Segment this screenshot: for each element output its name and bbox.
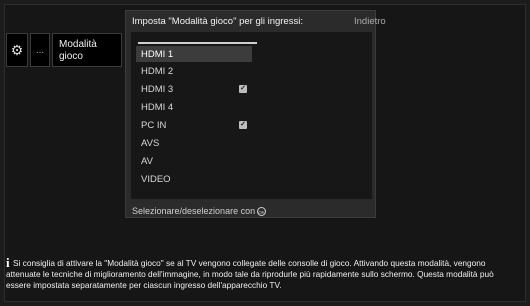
info-text: Si consiglia di attivare la "Modalità gi… [6, 258, 494, 290]
panel-header: Imposta "Modalità gioco" per gli ingress… [126, 11, 386, 31]
input-item[interactable]: HDMI 3 ✓ [136, 81, 381, 97]
game-mode-tile[interactable]: Modalità gioco [52, 33, 122, 67]
panel-title: Imposta "Modalità gioco" per gli ingress… [132, 16, 303, 27]
input-item-label: AV [141, 156, 153, 167]
input-item[interactable]: PC IN ✓ [136, 117, 381, 133]
info-text-block: i Si consiglia di attivare la "Modalità g… [6, 255, 520, 291]
input-item-label: HDMI 1 [141, 49, 174, 60]
input-list: HDMI 1 HDMI 2 HDMI 3 ✓ HDMI 4 PC IN ✓ AVS AV VIDE… [131, 32, 372, 199]
checkbox-checked-icon[interactable]: ✓ [239, 85, 247, 93]
input-item[interactable]: HDMI 2 [136, 63, 381, 79]
checkbox-checked-icon[interactable]: ✓ [239, 121, 247, 129]
back-button[interactable]: Indietro [354, 16, 386, 27]
settings-tile[interactable]: ⚙ [6, 33, 28, 67]
selection-indicator [138, 42, 257, 44]
input-item[interactable]: AVS [136, 135, 381, 151]
more-tile[interactable]: ... [30, 33, 50, 67]
input-item[interactable]: HDMI 4 [136, 99, 381, 115]
input-item[interactable]: AV [136, 153, 381, 169]
input-item[interactable]: VIDEO [136, 171, 381, 187]
more-label: ... [35, 44, 45, 56]
game-mode-label: Modalità gioco [59, 39, 97, 62]
ok-button-icon: OK [257, 206, 267, 216]
gear-icon: ⚙ [10, 41, 24, 58]
info-icon: i [6, 255, 10, 270]
input-item-label: HDMI 2 [141, 66, 174, 77]
footer-hint: Selezionare/deselezionare con [132, 206, 256, 216]
input-selection-panel: Imposta "Modalità gioco" per gli ingress… [125, 10, 386, 218]
input-item-label: HDMI 3 [141, 84, 174, 95]
panel-footer: Selezionare/deselezionare con OK [132, 206, 267, 216]
input-item-label: HDMI 4 [141, 102, 174, 113]
input-item-label: AVS [141, 138, 160, 149]
input-item-label: VIDEO [141, 174, 171, 185]
input-item-label: PC IN [141, 120, 167, 131]
input-item[interactable]: HDMI 1 [136, 46, 252, 62]
